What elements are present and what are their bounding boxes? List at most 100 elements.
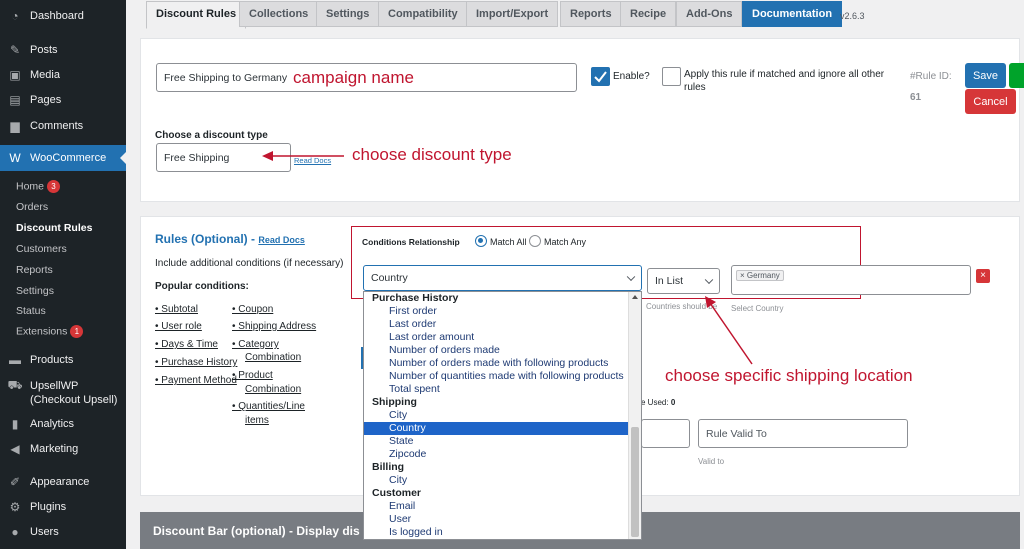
condition-type-dropdown[interactable]: Purchase History First order Last order Las… (363, 291, 642, 540)
popular-condition-link[interactable]: Combination (245, 352, 301, 363)
sidebar-item-woocommerce[interactable]: W WooCommerce (0, 145, 126, 171)
dropdown-option[interactable]: User (364, 513, 629, 526)
submenu-status[interactable]: Status (16, 305, 46, 317)
submenu-orders[interactable]: Orders (16, 201, 48, 213)
dropdown-option[interactable]: State (364, 435, 629, 448)
popular-heading: Popular conditions: (155, 281, 249, 292)
dropdown-option[interactable]: Country (364, 422, 629, 435)
brush-icon: ✐ (9, 475, 21, 489)
sidebar-item-comments[interactable]: ▆ Comments (0, 116, 126, 136)
sidebar-item-plugin-icon[interactable]: ⚙ Plugins (0, 499, 126, 515)
popular-condition-link[interactable]: Combination (245, 384, 301, 395)
tab-discount-rules[interactable]: Discount Rules (146, 1, 247, 29)
conditions-relationship-label: Conditions Relationship (362, 237, 460, 247)
cancel-button[interactable]: Cancel (965, 89, 1016, 114)
popular-condition-link[interactable]: • Purchase History (155, 357, 237, 368)
submenu-extensions[interactable]: Extensions 1 (16, 325, 84, 338)
valid-to-input[interactable]: Rule Valid To (698, 419, 908, 448)
dropdown-option[interactable]: Email (364, 500, 629, 513)
annotation-arrow (705, 296, 753, 365)
popular-condition-link[interactable]: • Product (232, 370, 273, 381)
valid-from-input[interactable] (641, 419, 690, 448)
dropdown-option[interactable]: Number of orders made with following pro… (364, 357, 629, 370)
scroll-thumb[interactable] (631, 427, 639, 537)
rule-name-value: Free Shipping to Germany (164, 71, 288, 84)
operator-select[interactable]: In List (647, 268, 720, 294)
dropdown-option[interactable]: First order (364, 305, 629, 318)
popular-condition-link[interactable]: • User role (155, 321, 202, 332)
apply-label-line: Apply this rule if matched and ignore al… (684, 69, 885, 80)
dropdown-option[interactable]: Total spent (364, 383, 629, 396)
submenu-customers[interactable]: Customers (16, 243, 67, 255)
apply-exclusive-checkbox[interactable] (662, 67, 681, 86)
match-any-radio[interactable] (529, 235, 541, 247)
dropdown-scrollbar[interactable] (628, 292, 641, 539)
sidebar-item-dashboard[interactable]: ◔ Dashboard (0, 6, 126, 26)
chevron-down-icon (704, 275, 714, 285)
tab-collections[interactable]: Collections (239, 1, 319, 27)
popular-condition-link[interactable]: items (245, 415, 269, 426)
include-text: Include additional conditions (if necess… (155, 258, 344, 269)
sidebar-item-media[interactable]: ▣ Media (0, 65, 126, 85)
save-button[interactable]: Save (965, 63, 1006, 88)
tab-compatibility[interactable]: Compatibility (378, 1, 468, 27)
submenu-discount-rules[interactable]: Discount Rules (16, 222, 92, 234)
rules-read-docs-link[interactable]: Read Docs (258, 235, 305, 245)
popular-condition-link[interactable]: • Shipping Address (232, 321, 316, 332)
sidebar-item-pages[interactable]: ▤ Pages (0, 90, 126, 110)
tab-documentation[interactable]: Documentation (742, 1, 843, 27)
remove-condition-icon[interactable]: × (976, 269, 990, 283)
sidebar-item-posts[interactable]: ✎ Posts (0, 40, 126, 60)
sidebar-item-label: Media (30, 69, 60, 81)
dropdown-option[interactable]: Last order amount (364, 331, 629, 344)
version-label: v2.6.3 (840, 11, 865, 21)
woo-icon: W (9, 151, 21, 165)
tab-reports[interactable]: Reports (560, 1, 622, 27)
popular-condition-link[interactable]: • Payment Method (155, 375, 237, 386)
tab-import-export[interactable]: Import/Export (466, 1, 559, 27)
tab-add-ons[interactable]: Add-Ons (676, 1, 743, 27)
popular-condition-link[interactable]: • Quantities/Line (232, 401, 305, 412)
popular-condition-link[interactable]: • Category (232, 339, 279, 350)
save-close-button[interactable] (1009, 63, 1024, 88)
country-tag[interactable]: × Germany (736, 270, 784, 281)
dropdown-option[interactable]: City (364, 409, 629, 422)
submenu-home[interactable]: Home 3 (16, 180, 61, 193)
pages-icon: ▤ (9, 93, 21, 107)
popular-condition-link[interactable]: • Coupon (232, 304, 273, 315)
admin-sidebar: ◔ Dashboard ✎ Posts ▣ Media ▤ Pages ▆ Comments W … (0, 0, 126, 549)
sidebar-item-analytics-icon[interactable]: ▮ Analytics (0, 416, 126, 432)
enable-checkbox[interactable] (591, 67, 610, 86)
dropdown-option[interactable]: Last order (364, 318, 629, 331)
dropdown-option[interactable]: Zipcode (364, 448, 629, 461)
country-multiselect[interactable]: × Germany (731, 265, 971, 295)
dropdown-option[interactable]: Is logged in (364, 526, 629, 539)
condition-type-select[interactable]: Country (363, 265, 642, 291)
count-badge: 3 (47, 180, 61, 193)
sidebar-item-label: Posts (30, 44, 58, 56)
condition-type-value: Country (371, 272, 408, 284)
sidebar-item-marketing-icon[interactable]: ◀ Marketing (0, 441, 126, 457)
dropdown-group-label: Customer (372, 487, 422, 499)
submenu-reports[interactable]: Reports (16, 264, 53, 276)
sidebar-item-users-icon[interactable]: ● Users (0, 524, 126, 540)
sidebar-item-products-icon[interactable]: ▬ Products (0, 352, 126, 368)
submenu-settings[interactable]: Settings (16, 285, 54, 297)
dropdown-option[interactable]: Number of quantities made with following… (364, 370, 629, 383)
dropdown-option[interactable]: Number of orders made (364, 344, 629, 357)
products-icon: ▬ (9, 353, 21, 367)
tab-settings[interactable]: Settings (316, 1, 380, 27)
sidebar-item-label: UpsellWP (30, 380, 79, 392)
discount-type-heading: Choose a discount type (155, 130, 268, 141)
dropdown-option[interactable]: City (364, 474, 629, 487)
sidebar-item-label: Plugins (30, 501, 67, 513)
popular-condition-link[interactable]: • Days & Time (155, 339, 218, 350)
apply-label-line: rules (684, 82, 706, 93)
sidebar-item-brush-icon[interactable]: ✐ Appearance (0, 474, 126, 490)
scroll-up-icon[interactable] (632, 295, 638, 299)
match-all-radio[interactable] (475, 235, 487, 247)
popular-condition-link[interactable]: • Subtotal (155, 304, 198, 315)
tab-recipe[interactable]: Recipe (620, 1, 677, 27)
annotation-shipping-location: choose specific shipping location (665, 366, 913, 385)
valid-to-label: Valid to (698, 457, 725, 466)
